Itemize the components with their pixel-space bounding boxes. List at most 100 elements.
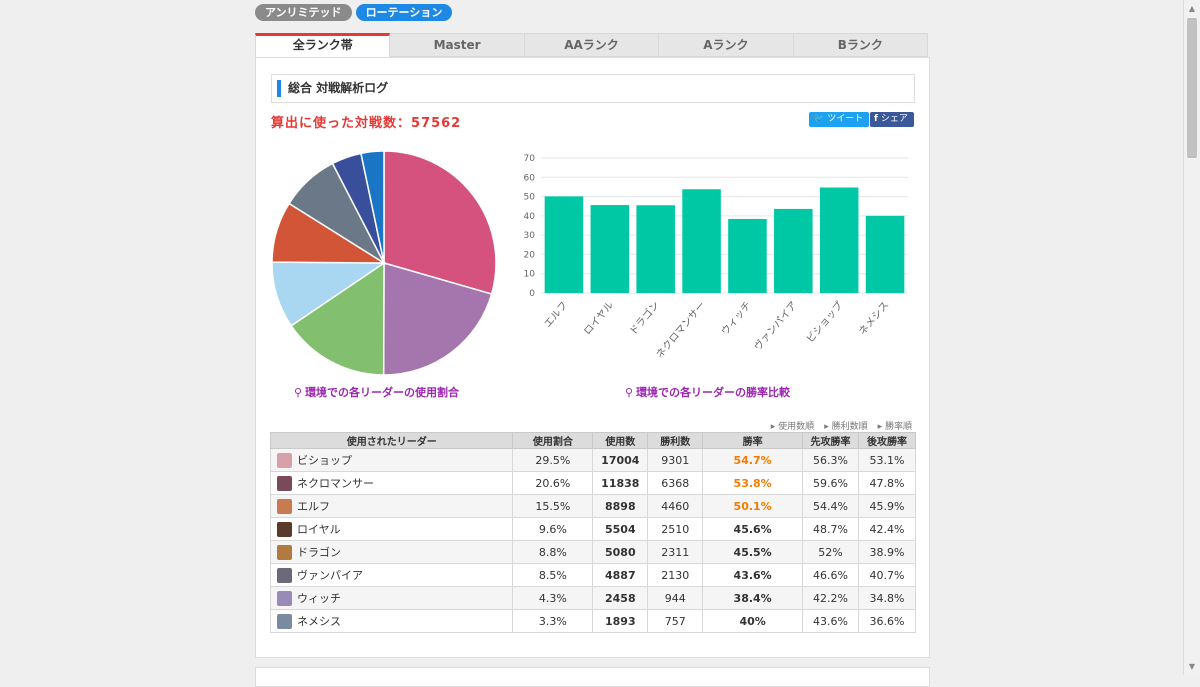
- pie-chart-caption: ⚲ 環境での各リーダーの使用割合: [294, 384, 459, 400]
- tab-b-rank[interactable]: Bランク: [793, 33, 929, 57]
- first-winrate-cell: 56.3%: [802, 448, 859, 472]
- x-category-label: ドラゴン: [626, 299, 662, 338]
- scrollbar-thumb[interactable]: [1187, 18, 1197, 158]
- usage-count-cell: 1893: [592, 609, 649, 633]
- first-winrate-cell: 54.4%: [802, 494, 859, 518]
- leader-avatar-icon: [277, 499, 292, 515]
- leader-stats-table: 使用されたリーダー 使用割合 使用数 勝利数 勝率 先攻勝率 後攻勝率 ビショッ…: [269, 432, 916, 633]
- sort-by-winrate-link[interactable]: 勝率順: [878, 419, 912, 432]
- facebook-share-button[interactable]: f シェア: [870, 112, 914, 127]
- winrate-bar: [865, 215, 905, 293]
- format-selector: アンリミテッド ローテーション: [255, 4, 453, 21]
- facebook-f-icon: f: [874, 114, 878, 124]
- rotation-format-pill[interactable]: ローテーション: [355, 4, 453, 21]
- second-winrate-cell: 34.8%: [858, 586, 916, 610]
- tweet-button-label: ツイート: [827, 114, 864, 124]
- header-leader[interactable]: 使用されたリーダー: [269, 432, 514, 449]
- winrate-bar: [544, 196, 584, 293]
- header-usage-count[interactable]: 使用数: [592, 432, 649, 449]
- page-scrollbar[interactable]: ▲ ▼: [1183, 0, 1200, 675]
- table-row: ネメシス 3.3% 1893 757 40% 43.6% 36.6%: [269, 609, 916, 633]
- second-winrate-cell: 53.1%: [858, 448, 916, 472]
- wins-cell: 9301: [647, 448, 704, 472]
- table-row: ウィッチ 4.3% 2458 944 38.4% 42.2% 34.8%: [269, 586, 916, 610]
- pie-caption-text: 環境での各リーダーの使用割合: [305, 386, 460, 399]
- scroll-down-arrow-icon[interactable]: ▼: [1184, 658, 1200, 675]
- share-button-label: シェア: [880, 114, 908, 124]
- header-first-winrate[interactable]: 先攻勝率: [802, 432, 859, 449]
- sort-links: 使用数順 勝利数順 勝率順: [771, 419, 912, 432]
- winrate-bar: [728, 218, 767, 293]
- scroll-up-arrow-icon[interactable]: ▲: [1184, 0, 1200, 17]
- first-winrate-cell: 59.6%: [802, 471, 859, 495]
- leader-avatar-icon: [277, 476, 292, 492]
- winrate-bar: [819, 187, 859, 293]
- leader-name: ロイヤル: [297, 522, 341, 536]
- leader-cell: ネメシス: [269, 609, 514, 633]
- table-row: ヴァンパイア 8.5% 4887 2130 43.6% 46.6% 40.7%: [269, 563, 916, 587]
- y-tick-label: 10: [524, 270, 536, 280]
- header-usage-rate[interactable]: 使用割合: [512, 432, 594, 449]
- second-winrate-cell: 42.4%: [858, 517, 916, 541]
- leader-cell: ドラゴン: [269, 540, 514, 564]
- usage-count-cell: 11838: [592, 471, 649, 495]
- y-tick-label: 50: [524, 193, 536, 203]
- header-second-winrate[interactable]: 後攻勝率: [858, 432, 916, 449]
- header-winrate[interactable]: 勝率: [702, 432, 804, 449]
- tab-master[interactable]: Master: [390, 33, 525, 57]
- x-category-label: ウィッチ: [719, 299, 754, 337]
- header-wins[interactable]: 勝利数: [647, 432, 704, 449]
- tweet-button[interactable]: 🐦 ツイート: [809, 112, 870, 127]
- usage-rate-cell: 3.3%: [512, 609, 594, 633]
- next-panel: [255, 667, 930, 687]
- y-tick-label: 40: [524, 212, 536, 222]
- leader-name: ビショップ: [297, 453, 352, 467]
- table-header-row: 使用されたリーダー 使用割合 使用数 勝利数 勝率 先攻勝率 後攻勝率: [269, 432, 916, 449]
- x-category-label: ネメシス: [856, 299, 891, 337]
- sort-by-wins-link[interactable]: 勝利数順: [824, 419, 868, 432]
- wins-cell: 2510: [647, 517, 704, 541]
- leader-avatar-icon: [277, 545, 292, 561]
- x-category-label: ネクロマンサー: [654, 299, 708, 360]
- leader-name: ネメシス: [297, 614, 341, 628]
- battle-count: 算出に使った対戦数：57562: [271, 116, 462, 131]
- leader-cell: ヴァンパイア: [269, 563, 514, 587]
- usage-rate-cell: 4.3%: [512, 586, 594, 610]
- y-tick-label: 70: [524, 154, 536, 164]
- winrate-cell: 45.5%: [702, 540, 804, 564]
- first-winrate-cell: 43.6%: [802, 609, 859, 633]
- second-winrate-cell: 36.6%: [858, 609, 916, 633]
- tab-aa-rank[interactable]: AAランク: [524, 33, 660, 57]
- map-pin-icon: ⚲: [294, 386, 303, 399]
- leader-cell: ネクロマンサー: [269, 471, 514, 495]
- winrate-cell: 50.1%: [702, 494, 804, 518]
- usage-rate-cell: 29.5%: [512, 448, 594, 472]
- usage-rate-cell: 9.6%: [512, 517, 594, 541]
- usage-rate-cell: 8.5%: [512, 563, 594, 587]
- sort-by-usage-link[interactable]: 使用数順: [771, 419, 814, 432]
- winrate-cell: 53.8%: [702, 471, 804, 495]
- unlimited-format-pill[interactable]: アンリミテッド: [255, 4, 352, 21]
- wins-cell: 4460: [647, 494, 704, 518]
- leader-name: ウィッチ: [297, 591, 341, 605]
- table-body: ビショップ 29.5% 17004 9301 54.7% 56.3% 53.1% ネクロマンサ…: [269, 448, 916, 633]
- usage-count-cell: 5080: [592, 540, 649, 564]
- winrate-bar: [590, 205, 630, 293]
- first-winrate-cell: 48.7%: [802, 517, 859, 541]
- table-row: ネクロマンサー 20.6% 11838 6368 53.8% 59.6% 47.8%: [269, 471, 916, 495]
- second-winrate-cell: 38.9%: [858, 540, 916, 564]
- twitter-bird-icon: 🐦: [813, 114, 825, 124]
- usage-count-cell: 4887: [592, 563, 649, 587]
- second-winrate-cell: 47.8%: [858, 471, 916, 495]
- bar-caption-text: 環境での各リーダーの勝率比較: [636, 386, 791, 399]
- tab-all-ranks[interactable]: 全ランク帯: [255, 33, 391, 57]
- y-tick-label: 0: [529, 289, 535, 299]
- usage-rate-cell: 20.6%: [512, 471, 594, 495]
- usage-rate-cell: 15.5%: [512, 494, 594, 518]
- tab-a-rank[interactable]: Aランク: [659, 33, 794, 57]
- leader-avatar-icon: [277, 568, 292, 584]
- winrate-cell: 45.6%: [702, 517, 804, 541]
- table-row: ビショップ 29.5% 17004 9301 54.7% 56.3% 53.1%: [269, 448, 916, 472]
- leader-avatar-icon: [277, 522, 292, 538]
- leader-avatar-icon: [277, 614, 292, 630]
